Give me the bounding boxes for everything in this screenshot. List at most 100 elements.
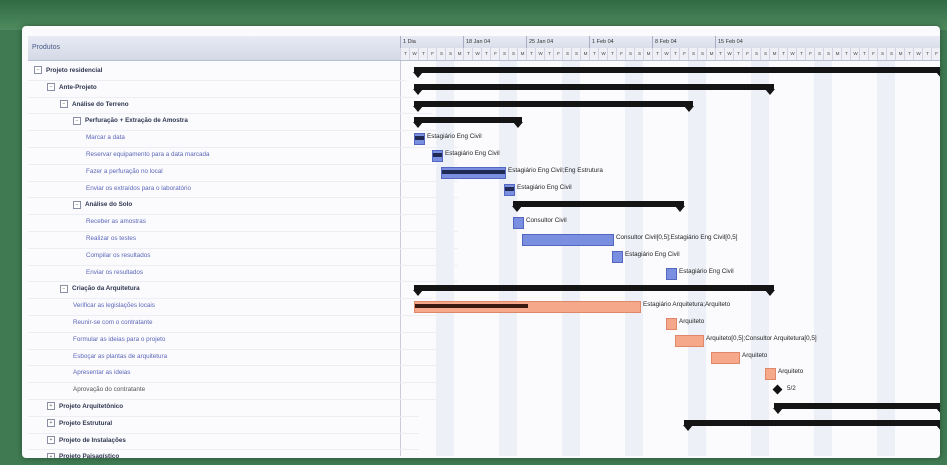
task-name: Marcar a data [86,134,125,142]
summary-bar[interactable] [413,67,940,78]
milestone-diamond[interactable] [772,384,783,395]
task-row[interactable]: Fazer a perfuração no local [28,164,458,182]
task-row[interactable]: − Perfuração + Extração de Amostra [28,113,445,132]
task-name: Enviar os resultados [86,268,144,276]
task-row[interactable]: Enviar os resultados [28,265,458,283]
resource-label: Arquiteto [778,368,804,376]
task-bar[interactable] [522,234,614,246]
collapse-icon[interactable]: − [47,83,55,92]
task-name: Projeto Estrutural [59,419,113,427]
resource-label: Estagiário Eng Civil [427,133,482,141]
summary-bar[interactable] [773,403,940,414]
resource-label: Estagiário Eng Civil;Eng Estrutura [508,166,603,174]
task-name: Aprovação do contratante [73,386,146,394]
expand-icon[interactable]: + [47,452,55,458]
summary-bar[interactable] [413,83,775,95]
task-bar[interactable] [765,368,776,381]
task-bar[interactable] [666,318,677,330]
task-name: Análise do Solo [85,201,133,209]
task-row[interactable]: + Projeto Estrutural [28,416,419,434]
task-name: Formular as ideias para o projeto [73,335,166,343]
summary-bar[interactable] [512,201,685,213]
week-label: 15 Feb 04 [715,36,778,48]
collapse-icon[interactable]: − [34,66,42,75]
week-label: 18 Jan 04 [463,36,526,48]
task-name: Enviar os extraídos para o laboratório [86,184,192,192]
day-label: F [931,48,940,60]
task-name: Reservar equipamento para a data marcada [86,151,210,158]
timeline-days: TWTFSSMTWTFSSMTWTFSSMTWTFSSMTWTFSSMTWTFS… [400,48,940,61]
week-label: 8 Feb 04 [652,36,715,48]
summary-bar[interactable] [413,100,694,112]
collapse-icon[interactable]: − [60,284,68,293]
summary-bar[interactable] [413,285,775,297]
task-row[interactable]: Esboçar as plantas de arquitetura [28,349,445,367]
task-row[interactable]: − Projeto residencial [28,63,406,81]
task-row[interactable]: + Projeto Arquitetônico [28,399,419,417]
task-bar[interactable] [513,217,524,230]
summary-bar[interactable] [683,419,940,431]
task-row[interactable]: − Criação da Arquitetura [28,281,432,300]
resource-label: Arquiteto[0,5];Consultor Arquitetura[0,5… [706,334,817,342]
task-name: Perfuração + Extração de Amostra [85,117,188,125]
task-name: Projeto Paisagístico [59,453,120,458]
task-bar[interactable] [675,334,704,347]
collapse-icon[interactable]: − [73,200,81,209]
task-row[interactable]: + Projeto de Instalações [28,433,419,451]
task-row[interactable]: Verificar as legislações locais [28,298,445,316]
resource-label: Estagiário Arquitetura;Arquiteto [643,301,731,309]
task-bar[interactable] [711,351,740,364]
weekend-column [886,60,895,456]
weekend-column [625,60,634,456]
week-label: 1 Dia [400,36,463,48]
task-name: Reunir-se com o contratante [73,319,153,326]
weekend-column [562,60,571,456]
task-name: Verificar as legislações locais [73,302,155,310]
task-row[interactable]: − Análise do Solo [28,197,445,216]
task-bar[interactable] [666,267,677,280]
weekend-column [877,60,886,456]
task-row[interactable]: − Análise do Terreno [28,97,432,115]
weekend-column [814,60,823,456]
task-row[interactable]: + Projeto Paisagístico [28,449,419,458]
weekend-column [823,60,832,456]
task-progress [415,136,424,141]
task-row[interactable]: Reunir-se com o contratante [28,315,445,333]
expand-icon[interactable]: + [47,419,55,428]
weekend-column [571,60,580,456]
task-row[interactable]: Compilar os resultados [28,248,458,266]
task-name: Projeto residencial [46,67,103,74]
collapse-icon[interactable]: − [73,116,81,125]
resource-label: Consultor Civil [526,217,567,225]
task-row[interactable]: Apresentar as ideias [28,365,445,384]
resource-label: Estagiário Eng Civil [679,267,734,275]
task-name: Compilar os resultados [86,251,151,259]
task-row[interactable]: Marcar a data [28,130,458,148]
gantt-chart: 1 Dia 18 Jan 04 25 Jan 04 1 Feb 04 8 Feb 04 1… [400,36,940,456]
task-tree-pane: Produtos − Projeto residencial − Ante-Proje… [28,36,458,458]
task-row[interactable]: Formular as ideias para o projeto [28,332,445,350]
task-name: Projeto de Instalações [59,436,126,444]
task-row[interactable]: Enviar os extraídos para o laboratório [28,181,458,199]
task-row[interactable]: Reservar equipamento para a data marcada [28,147,458,165]
expand-icon[interactable]: + [47,435,55,444]
task-row[interactable]: − Ante-Projeto [28,80,419,98]
resource-label: Arquiteto [742,351,768,359]
task-name: Fazer a perfuração no local [86,167,163,175]
expand-icon[interactable]: + [47,402,55,411]
task-row[interactable]: Realizar os testes [28,231,458,249]
task-bar[interactable] [612,250,623,263]
collapse-icon[interactable]: − [60,99,68,108]
task-row[interactable]: Aprovação do contratante [28,382,445,400]
task-name: Análise do Terreno [72,100,129,108]
task-name: Receber as amostras [86,218,146,226]
task-progress [433,153,442,157]
task-name: Esboçar as plantas de arquitetura [73,352,168,360]
tree-column-header[interactable]: Produtos [28,36,400,61]
task-row[interactable]: Receber as amostras [28,214,458,232]
summary-bar[interactable] [413,117,523,129]
weekend-column [697,60,706,456]
resource-label: Consultor Civil[0,5];Estagiário Eng Civi… [616,234,738,241]
task-name: Projeto Arquitetônico [59,403,124,410]
week-label: 1 Feb 04 [589,36,652,48]
